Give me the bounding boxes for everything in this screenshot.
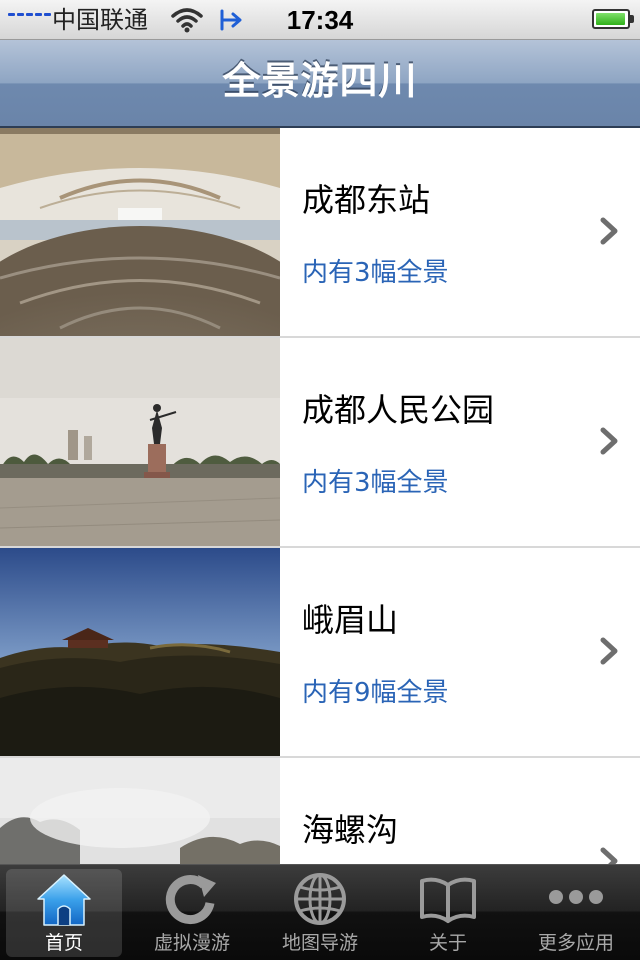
panorama-count: 内有3幅全景	[302, 258, 449, 288]
panorama-thumbnail	[0, 758, 280, 864]
refresh-icon	[165, 875, 216, 925]
status-bar: 中国联通 17:34	[0, 0, 640, 40]
chevron-right-icon	[600, 217, 618, 245]
panorama-count: 内有9幅全景	[302, 678, 449, 708]
app-screen: 中国联通 17:34 全景游四川 成都东站 内有3幅全景 成都人民公园 内有3幅…	[0, 0, 640, 960]
tab-about[interactable]: 关于	[384, 865, 512, 960]
list-item[interactable]: 成都人民公园 内有3幅全景	[0, 338, 640, 548]
chevron-right-icon	[600, 427, 618, 455]
tab-label: 更多应用	[537, 932, 614, 954]
scenic-spot-list[interactable]: 成都东站 内有3幅全景 成都人民公园 内有3幅全景 峨眉山 内有9幅全景 海螺沟	[0, 128, 640, 864]
tab-label: 关于	[428, 932, 467, 954]
tab-label: 地图导游	[281, 932, 358, 954]
battery-icon	[592, 9, 634, 29]
book-icon	[420, 877, 476, 923]
spot-title: 峨眉山	[302, 601, 399, 639]
tab-more-apps[interactable]: 更多应用	[512, 865, 640, 960]
tab-label: 虚拟漫游	[153, 932, 230, 954]
panorama-thumbnail	[0, 128, 280, 336]
battery-level-fill	[596, 13, 625, 25]
tab-bar: 首页 虚拟漫游 地图导游 关于 更多应用	[0, 864, 640, 960]
more-dots-icon	[549, 890, 603, 904]
navigation-bar: 全景游四川	[0, 40, 640, 128]
chevron-right-icon	[600, 847, 618, 864]
tab-virtual-tour[interactable]: 虚拟漫游	[128, 865, 256, 960]
chevron-right-icon	[600, 637, 618, 665]
tab-label: 首页	[44, 932, 83, 954]
list-item[interactable]: 海螺沟	[0, 758, 640, 864]
spot-title: 成都东站	[302, 181, 431, 219]
list-item[interactable]: 峨眉山 内有9幅全景	[0, 548, 640, 758]
spot-title: 海螺沟	[302, 811, 399, 849]
panorama-count: 内有3幅全景	[302, 468, 449, 498]
panorama-thumbnail	[0, 548, 280, 756]
panorama-thumbnail	[0, 338, 280, 546]
tab-home[interactable]: 首页	[0, 865, 128, 960]
spot-title: 成都人民公园	[302, 391, 495, 429]
globe-icon	[294, 873, 346, 925]
tab-map-guide[interactable]: 地图导游	[256, 865, 384, 960]
page-title: 全景游四川	[222, 59, 418, 103]
home-icon	[37, 874, 91, 926]
list-item[interactable]: 成都东站 内有3幅全景	[0, 128, 640, 338]
status-time: 17:34	[286, 5, 354, 35]
